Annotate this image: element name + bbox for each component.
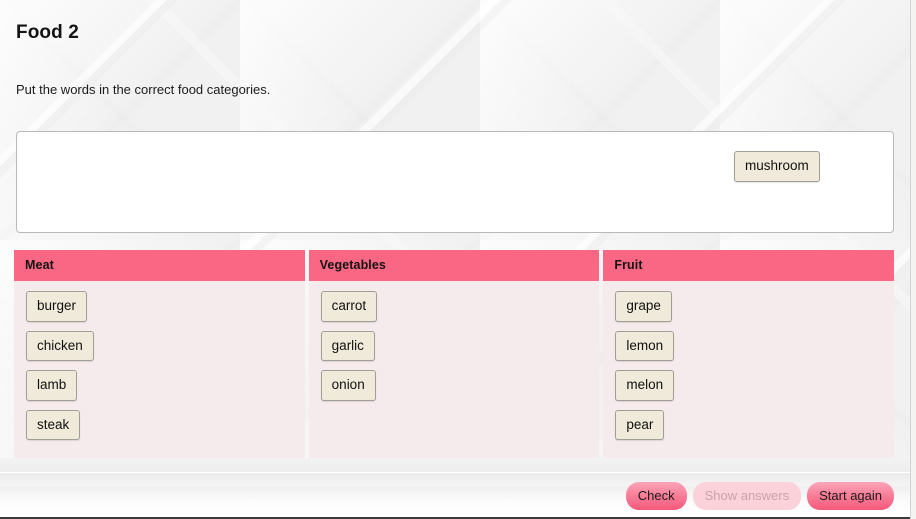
scrollbar-edge-line [910,0,911,519]
word-tile-chicken[interactable]: chicken [26,330,94,361]
category-header-fruit: Fruit [603,250,895,281]
instruction-text: Put the words in the correct food catego… [16,82,271,97]
page-right-gutter [911,0,916,519]
draggable-word-mushroom[interactable]: mushroom [734,151,820,182]
category-header-meat: Meat [14,250,305,281]
word-tile-lemon[interactable]: lemon [615,330,675,361]
category-column-fruit[interactable]: Fruit grape lemon melon pear [603,250,895,458]
action-buttons: Check Show answers Start again [625,482,894,510]
word-tile-melon[interactable]: melon [615,370,675,401]
word-tile-steak[interactable]: steak [26,409,81,440]
exercise-page: Food 2 Put the words in the correct food… [0,0,916,519]
page-title: Food 2 [16,22,79,43]
word-tile-burger[interactable]: burger [26,291,88,322]
word-tile-garlic[interactable]: garlic [320,330,375,361]
category-header-vegetables: Vegetables [308,250,600,281]
word-tile-pear[interactable]: pear [615,409,665,440]
show-answers-button: Show answers [692,482,802,510]
category-body-vegetables[interactable]: carrot garlic onion [309,281,600,458]
check-button[interactable]: Check [625,482,687,510]
word-tile-lamb[interactable]: lamb [26,370,78,401]
word-tile-grape[interactable]: grape [615,291,672,322]
footer-divider [0,472,916,473]
start-again-button[interactable]: Start again [807,482,894,510]
category-column-vegetables[interactable]: Vegetables carrot garlic onion [308,250,600,458]
word-bank-dropzone[interactable]: mushroom [16,131,894,233]
category-body-fruit[interactable]: grape lemon melon pear [603,281,894,458]
word-tile-carrot[interactable]: carrot [320,291,378,322]
category-column-meat[interactable]: Meat burger chicken lamb steak [14,250,305,458]
category-columns: Meat burger chicken lamb steak Vegetable… [14,250,895,458]
word-tile-onion[interactable]: onion [320,370,376,401]
category-body-meat[interactable]: burger chicken lamb steak [14,281,305,458]
